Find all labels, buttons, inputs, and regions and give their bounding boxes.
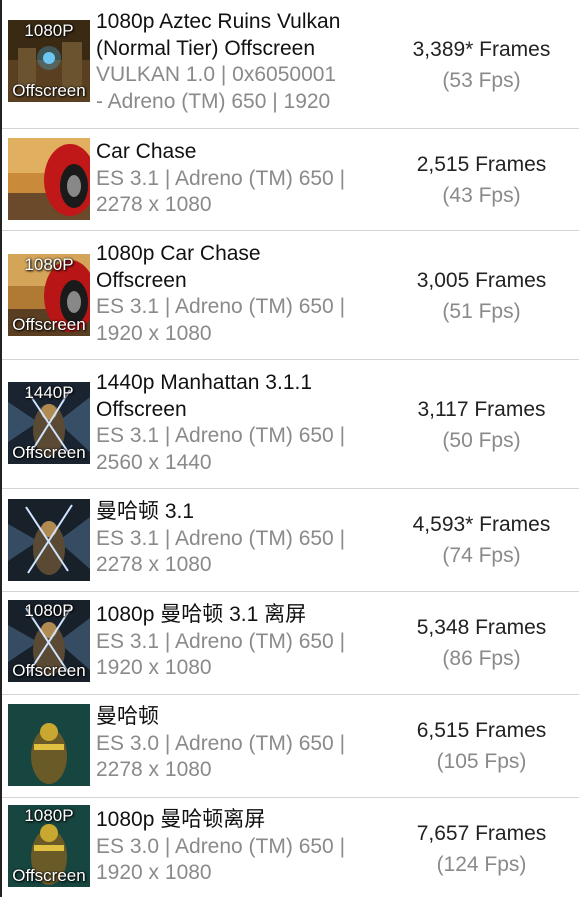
test-details-line: 2560 x 1440 (96, 450, 212, 474)
test-title-line: 1440p Manhattan 3.1.1 (96, 371, 313, 394)
resolution-tag: 1080P (24, 601, 74, 620)
offscreen-tag: Offscreen (12, 315, 86, 334)
result-row-manhattan[interactable]: 曼哈顿 ES 3.0 | Adreno (TM) 650 | 2278 x 10… (2, 695, 579, 798)
offscreen-tag: Offscreen (12, 661, 86, 680)
frames-score: 3,117 Frames (417, 398, 546, 421)
fps-score: (51 Fps) (442, 300, 521, 323)
offscreen-tag: Offscreen (12, 866, 86, 885)
fps-score: (53 Fps) (442, 69, 521, 92)
test-details-line: 2278 x 1080 (96, 758, 212, 781)
test-details-line: VULKAN 1.0 | 0x6050001 (96, 63, 337, 86)
test-details-line: 1920 x 1080 (96, 656, 212, 679)
fps-score: (124 Fps) (436, 853, 527, 876)
manhattan-thumbnail (8, 499, 90, 581)
test-details-line: ES 3.0 | Adreno (TM) 650 | (96, 731, 346, 755)
test-title-line: 1080p Car Chase (96, 242, 261, 265)
test-details-line: 1920 x 1080 (96, 321, 212, 345)
result-row-manhattan-offscreen[interactable]: 1080P Offscreen 1080p 曼哈顿离屏 ES 3.0 | Adr… (2, 798, 579, 897)
test-details-line: ES 3.1 | Adreno (TM) 650 | (96, 424, 346, 447)
manhattan-thumbnail: 1440P Offscreen (8, 382, 90, 464)
test-title-line: 曼哈顿 3.1 (96, 500, 195, 523)
offscreen-tag: Offscreen (12, 443, 86, 462)
test-title-line: (Normal Tier) Offscreen (96, 36, 315, 60)
resolution-tag: 1080P (24, 255, 74, 274)
fps-score: (74 Fps) (442, 544, 521, 567)
test-details-line: ES 3.1 | Adreno (TM) 650 | (96, 295, 346, 318)
test-details-line: ES 3.1 | Adreno (TM) 650 | (96, 629, 346, 653)
fps-score: (43 Fps) (442, 184, 521, 207)
test-details-line: 2278 x 1080 (96, 553, 212, 576)
test-title-line: 1080p 曼哈顿 3.1 离屏 (96, 603, 307, 626)
manhattan-thumbnail: 1080P Offscreen (8, 600, 90, 682)
fps-score: (86 Fps) (442, 647, 521, 670)
test-title-line: Offscreen (96, 397, 187, 421)
benchmark-results-list: 1080P Offscreen 1080p Aztec Ruins Vulkan… (0, 0, 579, 897)
result-row-manhattan-311-offscreen[interactable]: 1440P Offscreen 1440p Manhattan 3.1.1 Of… (2, 360, 579, 489)
test-details-line: ES 3.1 | Adreno (TM) 650 | (96, 526, 346, 550)
test-title-line: 1080p Aztec Ruins Vulkan (96, 10, 341, 33)
test-details-line: 2278 x 1080 (96, 193, 212, 216)
fps-score: (105 Fps) (436, 750, 527, 773)
test-title-line: 曼哈顿 (96, 705, 159, 728)
result-row-car-chase[interactable]: Car Chase ES 3.1 | Adreno (TM) 650 | 227… (2, 129, 579, 231)
frames-score: 7,657 Frames (416, 822, 547, 845)
test-details-line: ES 3.1 | Adreno (TM) 650 | (96, 166, 346, 190)
test-title-line: 1080p 曼哈顿离屏 (96, 808, 266, 831)
offscreen-tag: Offscreen (12, 81, 86, 100)
resolution-tag: 1440P (24, 383, 74, 402)
car-chase-thumbnail (8, 138, 90, 220)
aztec-ruins-thumbnail: 1080P Offscreen (8, 20, 90, 102)
test-title-line: Car Chase (96, 140, 197, 163)
resolution-tag: 1080P (24, 21, 74, 40)
fps-score: (50 Fps) (442, 429, 521, 452)
car-chase-thumbnail: 1080P Offscreen (8, 254, 90, 336)
resolution-tag: 1080P (24, 806, 74, 825)
test-title-line: Offscreen (96, 268, 187, 292)
frames-score: 4,593* Frames (412, 513, 551, 536)
frames-score: 5,348 Frames (416, 616, 547, 639)
test-details-line: - Adreno (TM) 650 | 1920 (96, 89, 331, 113)
test-details-line: 1920 x 1080 (96, 861, 212, 884)
frames-score: 3,389* Frames (412, 38, 551, 61)
result-row-aztec-vulkan-offscreen[interactable]: 1080P Offscreen 1080p Aztec Ruins Vulkan… (2, 0, 579, 129)
manhattan-robot-thumbnail: 1080P Offscreen (8, 805, 90, 887)
frames-score: 6,515 Frames (416, 719, 547, 742)
frames-score: 2,515 Frames (416, 153, 547, 176)
result-row-car-chase-offscreen[interactable]: 1080P Offscreen 1080p Car Chase Offscree… (2, 231, 579, 360)
test-details-line: ES 3.0 | Adreno (TM) 650 | (96, 834, 346, 858)
result-row-manhattan-31-offscreen[interactable]: 1080P Offscreen 1080p 曼哈顿 3.1 离屏 ES 3.1 … (2, 592, 579, 695)
result-row-manhattan-31[interactable]: 曼哈顿 3.1 ES 3.1 | Adreno (TM) 650 | 2278 … (2, 489, 579, 592)
frames-score: 3,005 Frames (416, 269, 547, 292)
manhattan-robot-thumbnail (8, 704, 90, 786)
